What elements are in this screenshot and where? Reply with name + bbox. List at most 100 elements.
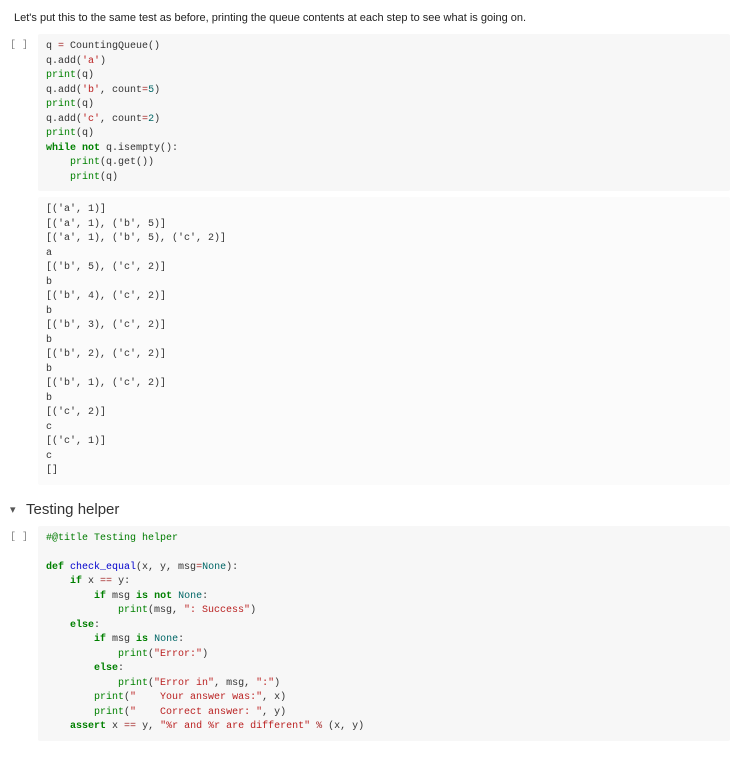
code-token: "Error in" xyxy=(154,678,214,689)
code-token: x xyxy=(82,576,100,587)
code-token: "Error:" xyxy=(154,649,202,660)
code-token xyxy=(46,678,118,689)
code-token xyxy=(46,721,70,732)
section-header[interactable]: ▾ Testing helper xyxy=(10,501,730,518)
code-token: (x, y, msg xyxy=(136,562,196,573)
code-token: , count xyxy=(100,114,142,125)
code-token: , msg, xyxy=(214,678,256,689)
code-token: not xyxy=(154,591,172,602)
code-token: print xyxy=(46,70,76,81)
code-token: : xyxy=(178,634,184,645)
code-token xyxy=(46,634,94,645)
code-token: print xyxy=(118,605,148,616)
code-token: None xyxy=(202,562,226,573)
code-token xyxy=(46,620,70,631)
code-token: while xyxy=(46,143,76,154)
code-token: None xyxy=(178,591,202,602)
code-token xyxy=(46,707,94,718)
code-token: ) xyxy=(154,114,160,125)
code-token: == xyxy=(100,576,112,587)
code-input-2[interactable]: #@title Testing helper def check_equal(x… xyxy=(38,526,730,741)
code-token xyxy=(46,172,70,183)
code-token: y, xyxy=(136,721,160,732)
code-token: == xyxy=(124,721,136,732)
code-token: 'c' xyxy=(82,114,100,125)
code-token: , x) xyxy=(262,692,286,703)
code-token: print xyxy=(118,678,148,689)
cell-prompt[interactable]: [ ] xyxy=(10,34,38,191)
code-token xyxy=(46,605,118,616)
code-token: 'b' xyxy=(82,85,100,96)
code-token: print xyxy=(70,172,100,183)
code-token: print xyxy=(46,128,76,139)
code-cell-1: [ ] q = CountingQueue() q.add('a') print… xyxy=(10,34,730,191)
code-token: is xyxy=(136,591,148,602)
code-token: (q) xyxy=(76,70,94,81)
code-token: q.add( xyxy=(46,85,82,96)
code-token: CountingQueue() xyxy=(64,41,160,52)
code-token: not xyxy=(82,143,100,154)
notebook: Let's put this to the same test as befor… xyxy=(0,0,740,761)
code-token xyxy=(46,157,70,168)
code-token: : xyxy=(94,620,100,631)
code-token: print xyxy=(118,649,148,660)
code-token: : xyxy=(118,663,124,674)
code-input-1[interactable]: q = CountingQueue() q.add('a') print(q) … xyxy=(38,34,730,191)
code-token: q xyxy=(46,41,58,52)
code-token: msg xyxy=(106,591,136,602)
code-token: y: xyxy=(112,576,130,587)
code-token: q.add( xyxy=(46,114,82,125)
collapse-arrow-icon[interactable]: ▾ xyxy=(10,503,20,516)
code-output-1: [('a', 1)] [('a', 1), ('b', 5)] [('a', 1… xyxy=(38,197,730,485)
code-token: #@title Testing helper xyxy=(46,533,178,544)
code-token: if xyxy=(70,576,82,587)
code-token: x xyxy=(106,721,124,732)
intro-text: Let's put this to the same test as befor… xyxy=(14,12,730,24)
code-token: if xyxy=(94,634,106,645)
code-token: ":" xyxy=(256,678,274,689)
code-token: "%r and %r are different" xyxy=(160,721,310,732)
code-token: msg xyxy=(106,634,136,645)
code-token xyxy=(46,591,94,602)
code-token: : xyxy=(202,591,208,602)
code-token: print xyxy=(46,99,76,110)
code-token xyxy=(46,649,118,660)
code-token: print xyxy=(70,157,100,168)
code-token xyxy=(46,576,70,587)
code-token: ): xyxy=(226,562,238,573)
code-token: ) xyxy=(274,678,280,689)
code-token: " Your answer was:" xyxy=(130,692,262,703)
code-token: , count xyxy=(100,85,142,96)
output-cell-1: [('a', 1)] [('a', 1), ('b', 5)] [('a', 1… xyxy=(10,195,730,491)
code-token: else xyxy=(94,663,118,674)
code-token: print xyxy=(94,692,124,703)
code-token: q.add( xyxy=(46,56,82,67)
code-token xyxy=(46,663,94,674)
code-token: check_equal xyxy=(70,562,136,573)
code-token: (q) xyxy=(76,128,94,139)
code-cell-2: [ ] #@title Testing helper def check_equ… xyxy=(10,526,730,741)
code-token: 'a' xyxy=(82,56,100,67)
code-token: ) xyxy=(250,605,256,616)
code-token: q.isempty(): xyxy=(100,143,178,154)
section-title: Testing helper xyxy=(26,501,119,518)
code-token xyxy=(46,692,94,703)
code-token: def xyxy=(46,562,64,573)
code-token: is xyxy=(136,634,148,645)
code-token: , y) xyxy=(262,707,286,718)
code-token: (q) xyxy=(100,172,118,183)
code-token: if xyxy=(94,591,106,602)
code-token: print xyxy=(94,707,124,718)
code-token: (msg, xyxy=(148,605,184,616)
code-token: (x, y) xyxy=(322,721,364,732)
code-token: ) xyxy=(100,56,106,67)
code-token: (q) xyxy=(76,99,94,110)
code-token: " Correct answer: " xyxy=(130,707,262,718)
output-prompt xyxy=(10,195,38,491)
code-token: else xyxy=(70,620,94,631)
code-token: None xyxy=(154,634,178,645)
code-token: ) xyxy=(202,649,208,660)
code-token: assert xyxy=(70,721,106,732)
cell-prompt[interactable]: [ ] xyxy=(10,526,38,741)
code-token: ": Success" xyxy=(184,605,250,616)
